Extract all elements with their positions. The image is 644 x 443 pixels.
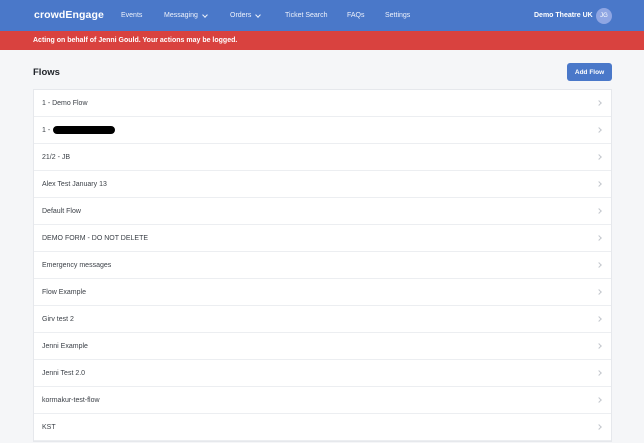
flow-list-item[interactable]: Girv test 2 <box>34 306 611 333</box>
flow-name: Jenni Test 2.0 <box>42 369 86 377</box>
nav-item-label: Orders <box>230 12 252 19</box>
flow-list-item[interactable]: DEMO FORM - DO NOT DELETE <box>34 225 611 252</box>
nav-item-label: Ticket Search <box>285 12 328 19</box>
flow-name: kormakur-test-flow <box>42 396 100 404</box>
flow-list-item[interactable]: 1 - Demo Flow <box>34 90 611 117</box>
chevron-right-icon <box>596 181 602 187</box>
nav-item-orders[interactable]: Orders <box>230 11 262 19</box>
flow-list-item[interactable]: 21/2 - JB <box>34 144 611 171</box>
flow-name: 21/2 - JB <box>42 153 71 161</box>
flow-name: Girv test 2 <box>42 315 74 323</box>
flow-list-item[interactable]: Jenni Test 2.0 <box>34 360 611 387</box>
flow-list-item[interactable]: Jenni Example <box>34 333 611 360</box>
flow-name-text: 1 - <box>42 126 51 134</box>
chevron-right-icon <box>596 154 602 160</box>
redaction-mark <box>53 126 116 134</box>
flow-name: Jenni Example <box>42 342 88 350</box>
flow-list-item[interactable]: kormakur-test-flow <box>34 387 611 414</box>
chevron-down-icon <box>255 11 262 18</box>
nav-item-label: FAQs <box>347 12 365 19</box>
add-flow-button[interactable]: Add Flow <box>567 63 612 81</box>
nav-item-label: Settings <box>385 12 411 19</box>
flow-list-item[interactable]: KST <box>34 414 611 441</box>
top-navigation-bar: crowdEngage Events Messaging Orders Tick… <box>0 0 644 31</box>
chevron-right-icon <box>596 316 602 322</box>
flow-list-item[interactable]: 1 - <box>34 117 611 144</box>
chevron-right-icon <box>596 208 602 214</box>
organization-name[interactable]: Demo Theatre UK <box>534 12 593 19</box>
flow-list-item[interactable]: Default Flow <box>34 198 611 225</box>
nav-item-faqs[interactable]: FAQs <box>347 12 365 19</box>
flow-list: 1 - Demo Flow 1 - 21/2 - JB Alex Test Ja… <box>33 89 612 442</box>
brand-logo[interactable]: crowdEngage <box>34 9 104 21</box>
chevron-right-icon <box>596 289 602 295</box>
flow-name: KST <box>42 423 56 431</box>
flow-list-item[interactable]: Emergency messages <box>34 252 611 279</box>
nav-item-settings[interactable]: Settings <box>385 12 410 19</box>
user-avatar[interactable]: JG <box>596 8 612 24</box>
flow-name: 1 - <box>42 126 116 134</box>
chevron-down-icon <box>202 11 208 18</box>
flow-name: Alex Test January 13 <box>42 180 107 188</box>
chevron-right-icon <box>596 235 602 241</box>
nav-item-label: Messaging <box>164 12 198 19</box>
chevron-right-icon <box>596 100 602 106</box>
chevron-right-icon <box>596 262 602 268</box>
flow-name: Default Flow <box>42 207 81 215</box>
flow-list-item[interactable]: Flow Example <box>34 279 611 306</box>
chevron-right-icon <box>596 127 602 133</box>
page-title: Flows <box>33 67 60 78</box>
flow-name: Emergency messages <box>42 261 112 269</box>
chevron-right-icon <box>596 397 602 403</box>
nav-item-ticket-search[interactable]: Ticket Search <box>285 12 328 19</box>
chevron-right-icon <box>596 343 602 349</box>
nav-item-label: Events <box>121 12 143 19</box>
flow-name: 1 - Demo Flow <box>42 99 88 107</box>
flow-name: Flow Example <box>42 288 86 296</box>
impersonation-warning-banner: Acting on behalf of Jenni Gould. Your ac… <box>0 31 644 50</box>
chevron-right-icon <box>596 424 602 430</box>
flow-name: DEMO FORM - DO NOT DELETE <box>42 234 149 242</box>
nav-item-events[interactable]: Events <box>121 12 142 19</box>
chevron-right-icon <box>596 370 602 376</box>
flow-list-item[interactable]: Alex Test January 13 <box>34 171 611 198</box>
nav-item-messaging[interactable]: Messaging <box>164 11 208 19</box>
